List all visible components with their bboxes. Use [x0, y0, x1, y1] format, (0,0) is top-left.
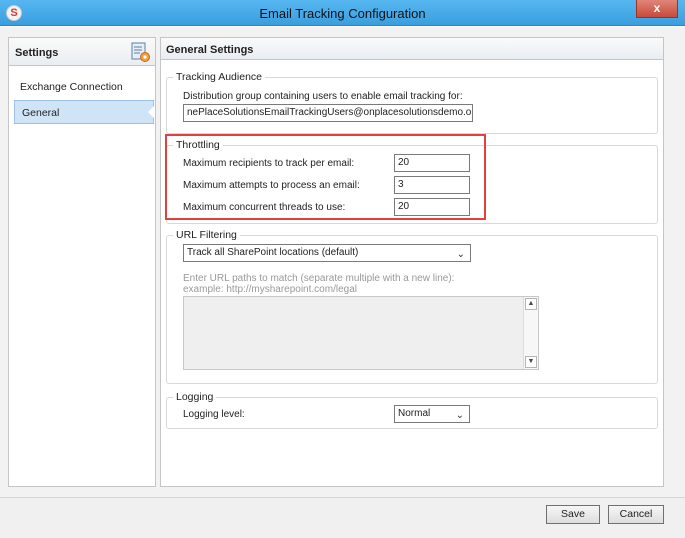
cancel-button[interactable]: Cancel: [608, 505, 664, 524]
logging-level-selected-value: Normal: [398, 408, 431, 419]
textarea-scrollbar[interactable]: ▲ ▼: [523, 297, 538, 369]
url-filtering-legend: URL Filtering: [173, 229, 240, 241]
close-button[interactable]: x: [636, 0, 678, 18]
url-filtering-group: URL Filtering Track all SharePoint locat…: [166, 229, 658, 384]
chevron-down-icon: ⌄: [455, 410, 464, 421]
settings-sidebar: Settings Exchange Connection General: [8, 37, 156, 487]
dialog-body: Settings Exchange Connection General Gen…: [0, 27, 685, 538]
throttling-highlight-box: [165, 134, 486, 220]
url-filtering-select[interactable]: Track all SharePoint locations (default)…: [183, 244, 471, 262]
logging-group: Logging Logging level: Normal ⌄: [166, 391, 658, 429]
distribution-group-label: Distribution group containing users to e…: [183, 91, 463, 102]
sidebar-item-label: Exchange Connection: [20, 81, 123, 93]
tracking-audience-group: Tracking Audience Distribution group con…: [166, 71, 658, 134]
panel-title: General Settings: [166, 44, 254, 56]
sidebar-title: Settings: [15, 47, 59, 59]
scroll-down-arrow-icon[interactable]: ▼: [525, 356, 537, 368]
sidebar-item-label: General: [22, 107, 60, 119]
panel-header: General Settings: [161, 38, 663, 60]
logging-level-select[interactable]: Normal ⌄: [394, 405, 470, 423]
url-filtering-selected-value: Track all SharePoint locations (default): [187, 247, 359, 258]
sidebar-item-exchange-connection[interactable]: Exchange Connection: [9, 76, 155, 98]
window-title: Email Tracking Configuration: [259, 6, 426, 21]
logging-legend: Logging: [173, 391, 217, 403]
dialog-footer: Save Cancel: [0, 497, 685, 538]
sidebar-header: Settings: [9, 38, 155, 66]
url-paths-textarea[interactable]: ▲ ▼: [183, 296, 539, 370]
scroll-up-arrow-icon[interactable]: ▲: [525, 298, 537, 310]
tracking-audience-legend: Tracking Audience: [173, 71, 265, 83]
settings-document-icon: [131, 42, 150, 62]
distribution-group-input[interactable]: nePlaceSolutionsEmailTrackingUsers@onpla…: [183, 104, 473, 122]
chevron-down-icon: ⌄: [456, 249, 465, 260]
url-example-hint: example: http://mysharepoint.com/legal: [183, 284, 357, 295]
sidebar-item-general[interactable]: General: [14, 100, 154, 124]
title-bar[interactable]: S Email Tracking Configuration x: [0, 0, 685, 26]
logging-level-label: Logging level:: [183, 409, 245, 420]
general-settings-panel: General Settings Tracking Audience Distr…: [160, 37, 664, 487]
save-button[interactable]: Save: [546, 505, 600, 524]
